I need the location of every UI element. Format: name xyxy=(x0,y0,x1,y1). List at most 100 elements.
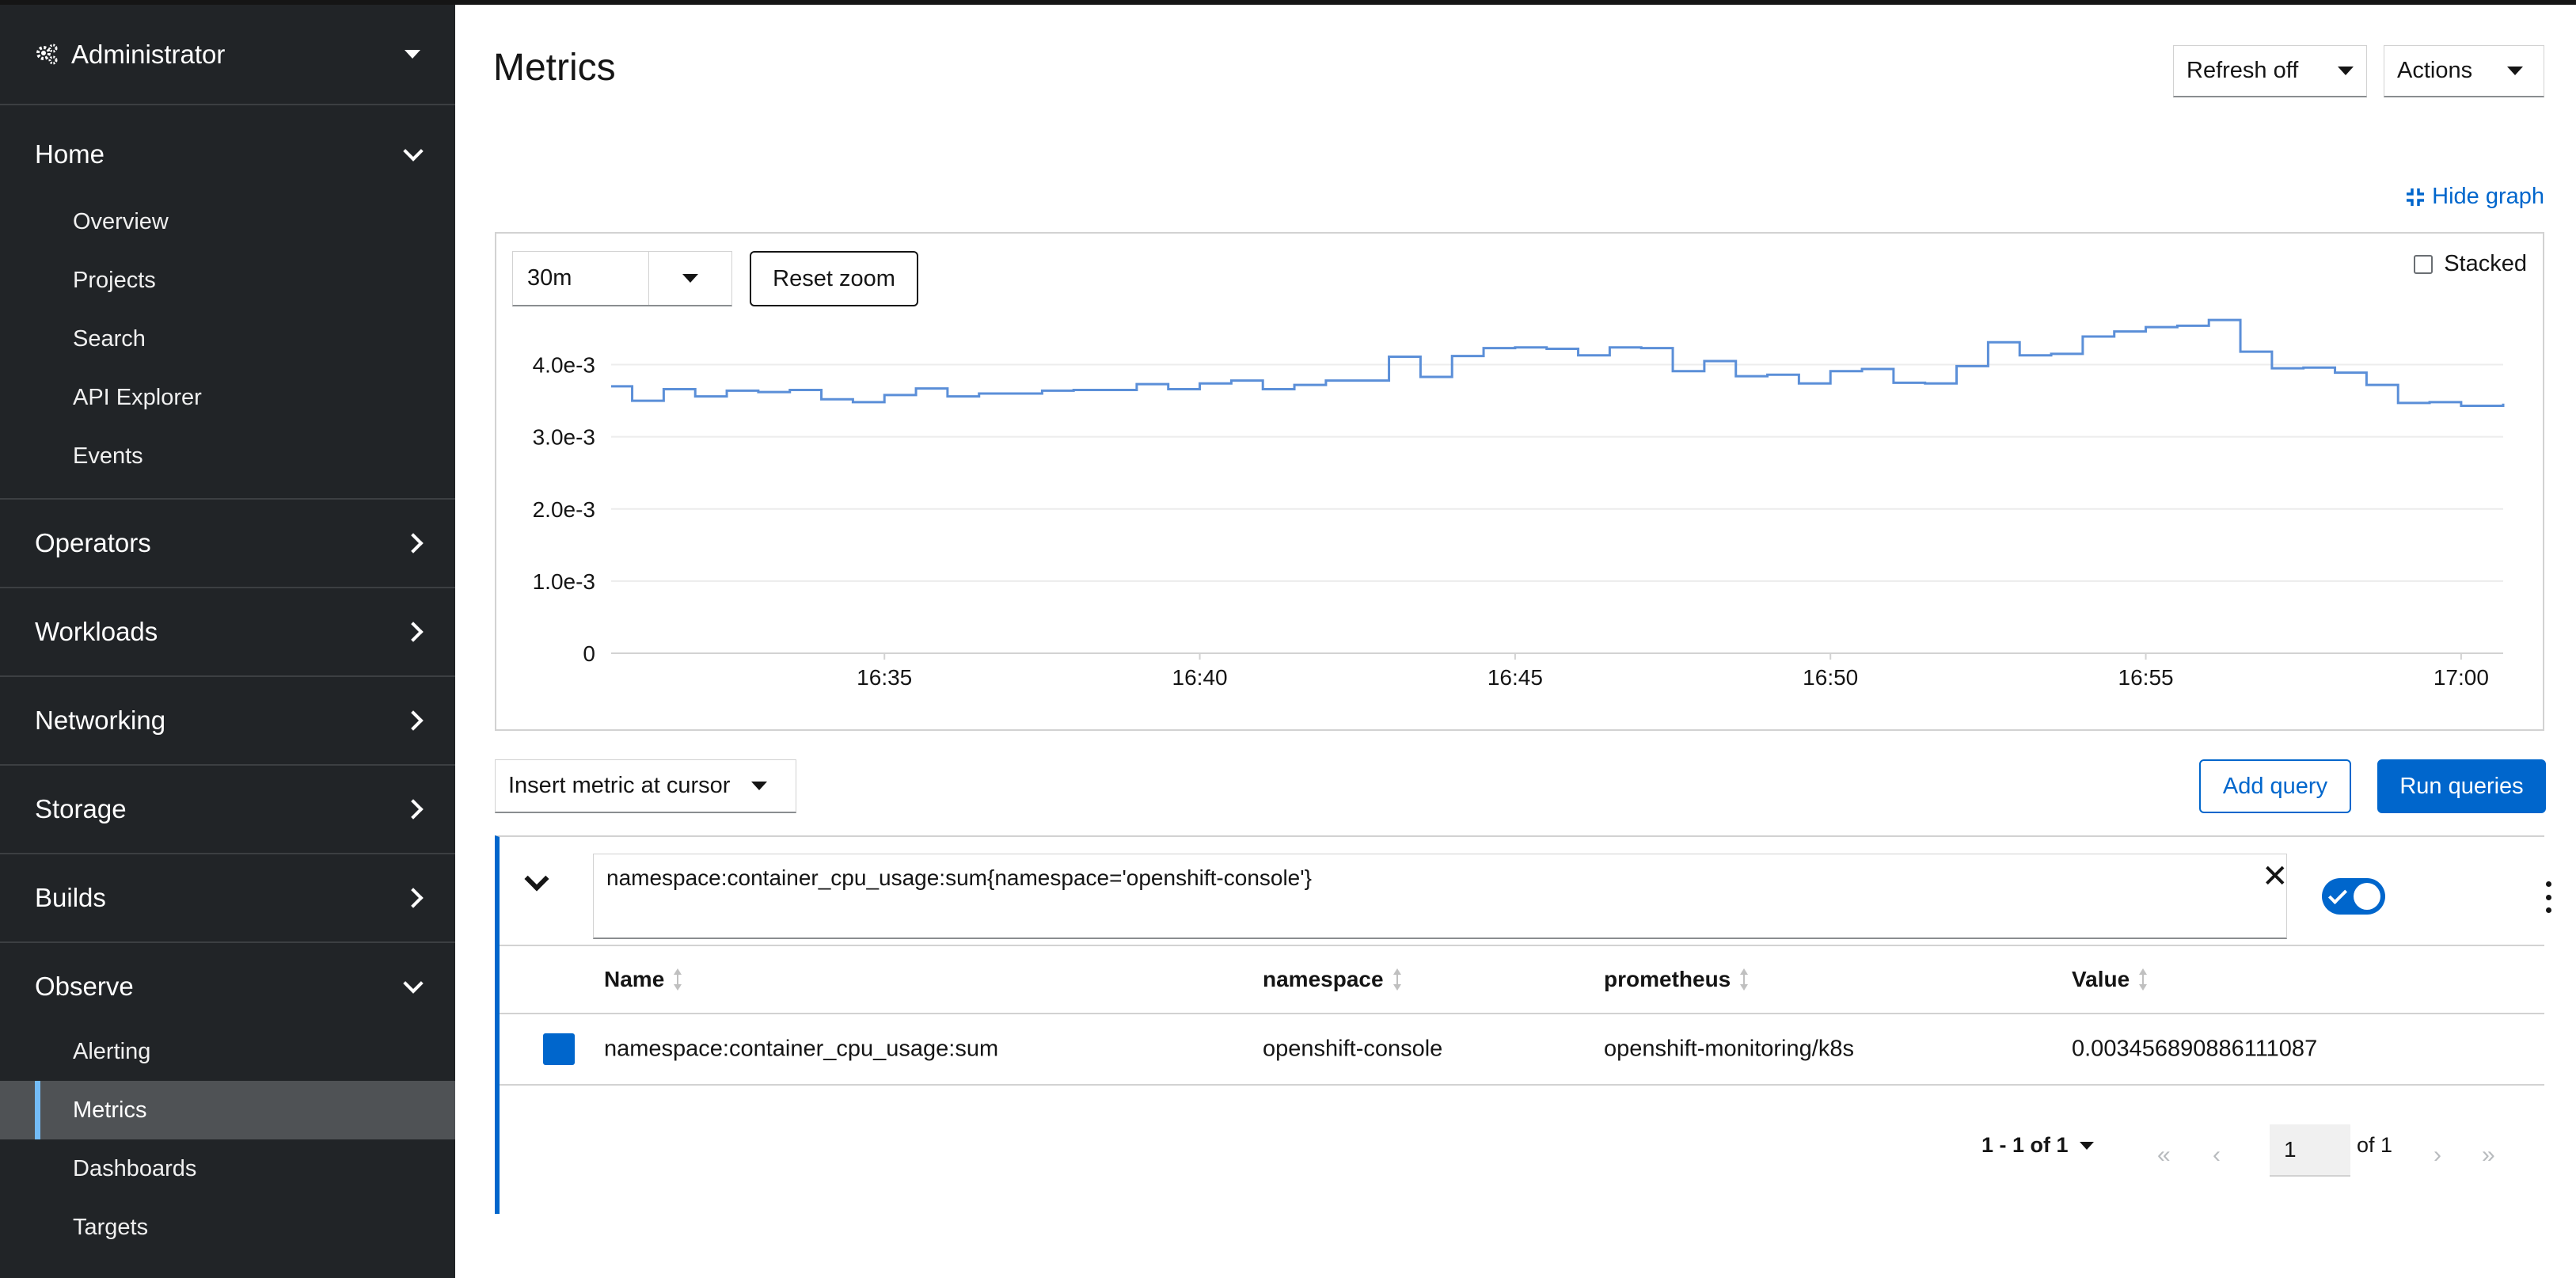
run-queries-button[interactable]: Run queries xyxy=(2377,759,2546,813)
x-tick-label: 16:35 xyxy=(857,665,912,690)
checkbox-box[interactable] xyxy=(2414,254,2434,274)
pagination-toggle[interactable]: 1 - 1 of 1 xyxy=(1981,1133,2094,1158)
cogs-icon xyxy=(36,44,58,64)
column-label: Value xyxy=(2072,967,2130,991)
nav-section-label: Workloads xyxy=(35,617,158,646)
column-label: prometheus xyxy=(1604,967,1731,991)
nav-toggle-builds[interactable]: Builds xyxy=(0,854,455,941)
column-header-prometheus[interactable]: prometheus xyxy=(1604,967,1749,992)
x-tick-label: 17:00 xyxy=(2434,665,2489,690)
y-tick-label: 4.0e-3 xyxy=(533,353,595,378)
nav-section-storage: Storage xyxy=(0,766,455,854)
x-tick-label: 16:45 xyxy=(1487,665,1543,690)
nav-section-label: Storage xyxy=(35,794,127,823)
query-header: namespace:container_cpu_usage:sum{namesp… xyxy=(500,837,2551,946)
actions-label: Actions xyxy=(2397,58,2473,83)
column-label: Name xyxy=(604,967,665,991)
nav-section-label: Operators xyxy=(35,528,151,557)
nav-item-search[interactable]: Search xyxy=(0,310,455,368)
chevron-down-icon xyxy=(403,141,424,162)
hide-graph-label: Hide graph xyxy=(2432,184,2544,209)
caret-down-icon xyxy=(751,782,767,790)
actions-dropdown[interactable]: Actions xyxy=(2384,45,2544,97)
query-collapse-toggle[interactable] xyxy=(524,866,549,900)
nav-section-label: Builds xyxy=(35,883,106,912)
perspective-label: Administrator xyxy=(71,39,226,69)
query-enable-switch[interactable] xyxy=(2322,878,2385,915)
time-range-value: 30m xyxy=(527,265,572,291)
refresh-interval-label: Refresh off xyxy=(2187,58,2299,83)
chevron-right-icon xyxy=(403,622,424,642)
chevron-right-icon xyxy=(403,888,424,908)
nav-item-api-explorer[interactable]: API Explorer xyxy=(0,368,455,427)
next-page-icon[interactable]: › xyxy=(2434,1142,2441,1169)
table-row: namespace:container_cpu_usage:sum opensh… xyxy=(500,1014,2544,1086)
nav-section-label: Home xyxy=(35,139,105,169)
time-range-select[interactable]: 30m xyxy=(512,251,732,306)
column-header-value[interactable]: Value xyxy=(2072,967,2148,992)
y-tick-label: 0 xyxy=(583,641,595,666)
caret-down-icon xyxy=(682,274,698,283)
reset-zoom-button[interactable]: Reset zoom xyxy=(750,251,918,306)
query-expression-input[interactable]: namespace:container_cpu_usage:sum{namesp… xyxy=(593,854,2287,939)
perspective-switcher[interactable]: Administrator xyxy=(0,5,455,105)
pagination-range: 1 - 1 of 1 xyxy=(1981,1133,2069,1157)
nav-section-builds: Builds xyxy=(0,854,455,943)
clear-query-icon[interactable]: ✕ xyxy=(2262,861,2289,892)
nav-section-operators: Operators xyxy=(0,500,455,588)
nav-item-projects[interactable]: Projects xyxy=(0,251,455,310)
column-header-name[interactable]: Name xyxy=(604,967,682,992)
caret-down-icon xyxy=(2507,67,2523,75)
compress-icon xyxy=(2407,188,2425,206)
page-number-input[interactable]: 1 xyxy=(2270,1124,2350,1177)
x-tick-label: 16:50 xyxy=(1803,665,1858,690)
chevron-right-icon xyxy=(403,533,424,553)
insert-metric-label: Insert metric at cursor xyxy=(508,773,731,798)
column-header-namespace[interactable]: namespace xyxy=(1263,967,1401,992)
hide-graph-link[interactable]: Hide graph xyxy=(2405,184,2544,210)
nav-toggle-storage[interactable]: Storage xyxy=(0,766,455,853)
query-panel: namespace:container_cpu_usage:sum{namesp… xyxy=(495,835,2551,1214)
switch-knob xyxy=(2354,883,2380,910)
nav-item-metrics[interactable]: Metrics xyxy=(0,1081,455,1139)
column-label: namespace xyxy=(1263,967,1384,991)
color-swatch[interactable] xyxy=(543,1033,575,1065)
nav-toggle-networking[interactable]: Networking xyxy=(0,677,455,764)
last-page-icon[interactable]: » xyxy=(2482,1142,2495,1169)
stacked-checkbox[interactable]: Stacked xyxy=(2414,251,2527,277)
caret-down-icon xyxy=(2338,67,2354,75)
nav-item-dashboards[interactable]: Dashboards xyxy=(0,1139,455,1198)
add-query-button[interactable]: Add query xyxy=(2199,759,2351,813)
check-icon xyxy=(2327,884,2348,905)
nav-item-alerting[interactable]: Alerting xyxy=(0,1022,455,1081)
series-line[interactable] xyxy=(611,318,2505,407)
y-tick-label: 3.0e-3 xyxy=(533,425,595,450)
nav-item-overview[interactable]: Overview xyxy=(0,192,455,251)
table-header: Name namespace prometheus Value xyxy=(500,946,2544,1014)
refresh-interval-dropdown[interactable]: Refresh off xyxy=(2173,45,2367,97)
nav-toggle-home[interactable]: Home xyxy=(0,105,455,203)
insert-metric-dropdown[interactable]: Insert metric at cursor xyxy=(495,759,796,813)
nav-toggle-observe[interactable]: Observe xyxy=(0,943,455,1030)
series-color-swatch[interactable] xyxy=(543,1033,575,1065)
time-range-toggle[interactable] xyxy=(648,252,731,305)
cell-value: 0.003456890886111087 xyxy=(2072,1036,2318,1062)
chevron-down-icon xyxy=(403,973,424,994)
metrics-line-chart[interactable]: 4.0e-3 3.0e-3 2.0e-3 1.0e-3 0 16:35 16:40 16:45… xyxy=(496,234,2543,729)
first-page-icon[interactable]: « xyxy=(2157,1142,2171,1169)
nav-item-events[interactable]: Events xyxy=(0,427,455,485)
nav-section-label: Networking xyxy=(35,706,166,735)
nav-section-label: Observe xyxy=(35,972,134,1001)
nav-toggle-workloads[interactable]: Workloads xyxy=(0,588,455,675)
sort-icon xyxy=(1392,968,1401,991)
nav-section-workloads: Workloads xyxy=(0,588,455,677)
nav-section-observe: Observe Alerting Metrics Dashboards Targ… xyxy=(0,943,455,1269)
nav-toggle-operators[interactable]: Operators xyxy=(0,500,455,587)
previous-page-icon[interactable]: ‹ xyxy=(2213,1142,2221,1169)
y-tick-label: 1.0e-3 xyxy=(533,569,595,594)
stacked-label: Stacked xyxy=(2444,251,2527,276)
query-kebab-icon[interactable] xyxy=(2545,881,2551,913)
y-tick-label: 2.0e-3 xyxy=(533,497,595,522)
nav-item-targets[interactable]: Targets xyxy=(0,1198,455,1257)
cell-name: namespace:container_cpu_usage:sum xyxy=(604,1036,999,1062)
